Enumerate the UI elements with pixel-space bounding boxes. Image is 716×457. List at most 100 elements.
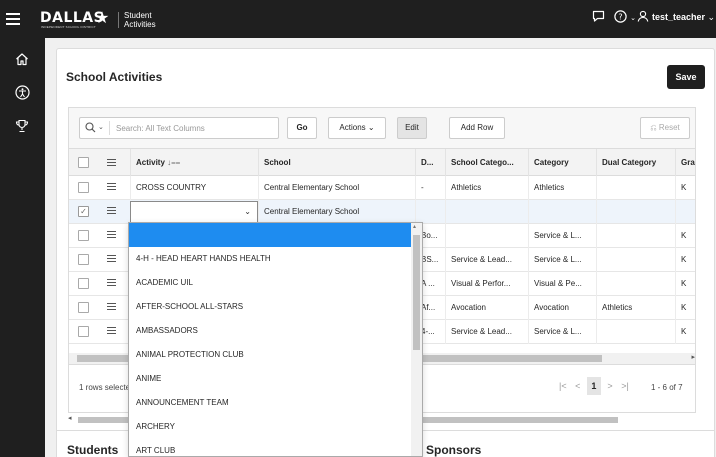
accessibility-icon[interactable] <box>13 85 31 103</box>
dropdown-option[interactable]: ARCHERY <box>129 415 412 439</box>
cell-activity[interactable]: CROSS COUNTRY <box>130 176 258 200</box>
scroll-left-arrow-icon[interactable]: ◂ <box>68 414 72 422</box>
side-navigation <box>0 38 45 457</box>
cell-category[interactable] <box>528 200 596 224</box>
row-menu-icon[interactable] <box>107 255 116 264</box>
chevron-down-icon[interactable]: ⌄ <box>98 123 104 131</box>
logo-star-icon: ★ <box>95 10 110 27</box>
search-field[interactable]: ⌄ Search: All Text Columns <box>79 117 279 139</box>
dropdown-option[interactable]: ACADEMIC UIL <box>129 271 412 295</box>
cell-grade[interactable]: K <box>675 176 695 200</box>
scroll-up-arrow-icon[interactable]: ▴ <box>413 223 416 230</box>
column-header-school-category[interactable]: School Catego... <box>445 149 528 176</box>
first-page-icon[interactable]: |< <box>559 381 567 391</box>
cell-grade[interactable]: K <box>675 248 695 272</box>
cell-dual-category[interactable]: Athletics <box>596 296 675 320</box>
cell-school-category[interactable]: Visual & Perfor... <box>445 272 528 296</box>
cell-d[interactable]: - <box>415 176 445 200</box>
last-page-icon[interactable]: >| <box>621 381 629 391</box>
column-header-school[interactable]: School <box>258 149 415 176</box>
cell-category[interactable]: Athletics <box>528 176 596 200</box>
scrollbar-thumb[interactable] <box>413 235 420 350</box>
search-icon[interactable] <box>85 122 96 136</box>
row-checkbox[interactable] <box>78 254 89 265</box>
row-checkbox-checked[interactable]: ✓ <box>78 206 89 217</box>
dropdown-option[interactable]: ANIMAL PROTECTION CLUB <box>129 343 412 367</box>
cell-school[interactable]: Central Elementary School <box>258 200 415 224</box>
help-menu[interactable]: ? ⌄ <box>614 10 636 26</box>
cell-category[interactable]: Avocation <box>528 296 596 320</box>
dropdown-option[interactable]: AMBASSADORS <box>129 319 412 343</box>
next-page-icon[interactable]: > <box>607 381 612 391</box>
cell-school[interactable]: Central Elementary School <box>258 176 415 200</box>
cell-dual-category[interactable] <box>596 248 675 272</box>
scroll-right-arrow-icon[interactable]: ▸ <box>691 353 695 361</box>
chat-icon[interactable] <box>592 10 605 25</box>
table-row[interactable]: CROSS COUNTRY Central Elementary School … <box>69 176 695 200</box>
column-header-activity[interactable]: Activity ↓⩵ <box>130 149 258 176</box>
reset-button[interactable]: ⎌ Reset <box>640 117 690 139</box>
cell-grade[interactable]: K <box>675 272 695 296</box>
dropdown-option-blank[interactable] <box>129 223 412 247</box>
cell-grade[interactable]: K <box>675 296 695 320</box>
home-icon[interactable] <box>13 52 31 70</box>
column-header-category[interactable]: Category <box>528 149 596 176</box>
cell-d[interactable] <box>415 200 445 224</box>
cell-dual-category[interactable] <box>596 272 675 296</box>
search-input[interactable]: Search: All Text Columns <box>116 124 205 133</box>
current-page[interactable]: 1 <box>586 377 601 395</box>
previous-page-icon[interactable]: < <box>575 381 580 391</box>
user-icon[interactable] <box>637 10 649 25</box>
trophy-icon[interactable] <box>13 119 31 137</box>
row-menu-icon[interactable] <box>107 303 116 312</box>
cell-category[interactable]: Service & L... <box>528 248 596 272</box>
cell-category[interactable]: Service & L... <box>528 320 596 344</box>
cell-school-category[interactable]: Service & Lead... <box>445 320 528 344</box>
cell-dual-category[interactable] <box>596 320 675 344</box>
cell-category[interactable]: Service & L... <box>528 224 596 248</box>
row-checkbox[interactable] <box>78 326 89 337</box>
cell-grade[interactable] <box>675 200 695 224</box>
cell-dual-category[interactable] <box>596 224 675 248</box>
cell-school-category[interactable]: Avocation <box>445 296 528 320</box>
save-button[interactable]: Save <box>667 65 705 89</box>
row-menu-icon[interactable] <box>107 231 116 240</box>
sort-filter-icon: ↓⩵ <box>167 158 181 167</box>
app-name[interactable]: Student Activities <box>124 11 156 29</box>
row-checkbox[interactable] <box>78 230 89 241</box>
cell-category[interactable]: Visual & Pe... <box>528 272 596 296</box>
cell-dual-category[interactable] <box>596 200 675 224</box>
actions-menu-button[interactable]: Actions ⌄ <box>328 117 386 139</box>
go-button[interactable]: Go <box>287 117 317 139</box>
activity-select[interactable]: ⌄ <box>130 201 258 223</box>
user-menu-button[interactable]: test_teacher ⌄ <box>652 12 715 23</box>
cell-dual-category[interactable] <box>596 176 675 200</box>
row-menu-icon[interactable] <box>107 207 116 216</box>
cell-school-category[interactable]: Athletics <box>445 176 528 200</box>
dropdown-option[interactable]: ART CLUB <box>129 439 412 456</box>
dropdown-option[interactable]: ANNOUNCEMENT TEAM <box>129 391 412 415</box>
cell-grade[interactable]: K <box>675 320 695 344</box>
column-header-grade[interactable]: Gra <box>675 149 695 176</box>
dropdown-option[interactable]: AFTER-SCHOOL ALL-STARS <box>129 295 412 319</box>
row-checkbox[interactable] <box>78 182 89 193</box>
column-header-dual-category[interactable]: Dual Category <box>596 149 675 176</box>
hamburger-icon[interactable] <box>6 10 20 25</box>
cell-school-category[interactable] <box>445 224 528 248</box>
row-menu-icon[interactable] <box>107 279 116 288</box>
row-menu-icon[interactable] <box>107 327 116 336</box>
select-all-checkbox[interactable] <box>78 157 89 168</box>
cell-school-category[interactable] <box>445 200 528 224</box>
edit-button[interactable]: Edit <box>397 117 427 139</box>
cell-school-category[interactable]: Service & Lead... <box>445 248 528 272</box>
dropdown-option[interactable]: ANIME <box>129 367 412 391</box>
row-menu-icon[interactable] <box>107 183 116 192</box>
table-row-selected[interactable]: ✓ ⌄ Central Elementary School <box>69 200 695 224</box>
row-checkbox[interactable] <box>78 302 89 313</box>
cell-grade[interactable]: K <box>675 224 695 248</box>
column-header-d[interactable]: D... <box>415 149 445 176</box>
add-row-button[interactable]: Add Row <box>449 117 505 139</box>
row-checkbox[interactable] <box>78 278 89 289</box>
dropdown-option[interactable]: 4-H - HEAD HEART HANDS HEALTH <box>129 247 412 271</box>
dropdown-scrollbar[interactable]: ▴ <box>411 223 422 456</box>
